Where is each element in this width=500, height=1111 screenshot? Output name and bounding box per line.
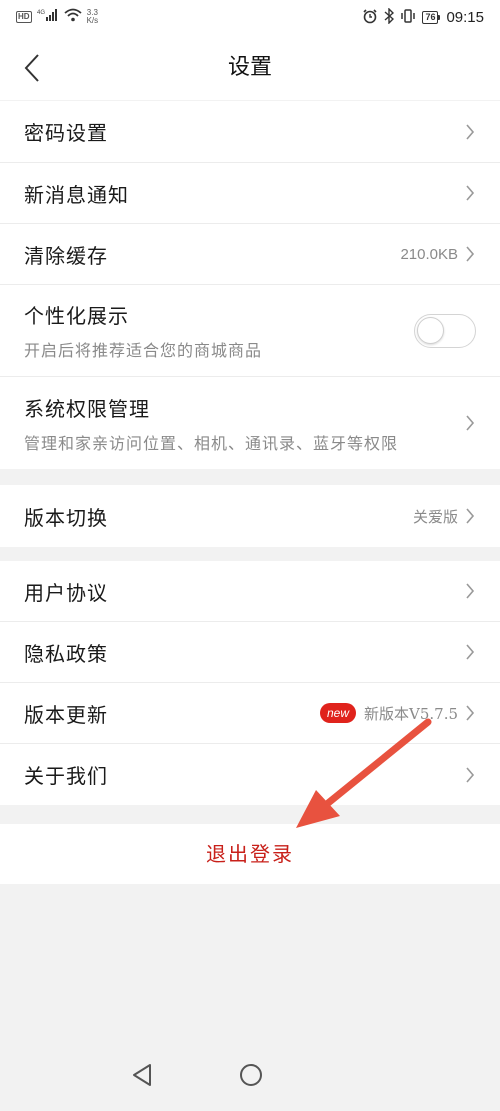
- row-password-settings[interactable]: 密码设置: [0, 101, 500, 163]
- row-version-update[interactable]: 版本更新 new 新版本V5.7.5: [0, 683, 500, 744]
- circle-home-icon[interactable]: [238, 1062, 264, 1092]
- settings-group-general: 密码设置 新消息通知 清除缓存 210.0KB 个性化展示 开启后将推荐适合您的…: [0, 101, 500, 469]
- row-title: 密码设置: [24, 121, 108, 145]
- network-speed: 3.3 K/s: [86, 8, 99, 25]
- row-title: 版本切换: [24, 505, 108, 530]
- toggle-knob: [417, 316, 444, 344]
- chevron-right-icon: [464, 642, 476, 662]
- header-bar: 设置: [0, 36, 500, 100]
- chevron-right-icon: [464, 506, 476, 526]
- row-title: 系统权限管理: [24, 396, 150, 421]
- row-system-permissions[interactable]: 系统权限管理 管理和家亲访问位置、相机、通讯录、蓝牙等权限: [0, 377, 500, 469]
- personalized-display-toggle[interactable]: [414, 313, 476, 348]
- battery-level: 76: [422, 11, 439, 24]
- row-title: 清除缓存: [24, 243, 108, 268]
- cellular-signal-icon: 4G: [37, 8, 59, 25]
- row-title: 隐私政策: [24, 641, 108, 666]
- row-clear-cache[interactable]: 清除缓存 210.0KB: [0, 224, 500, 285]
- status-right: 76 09:15: [362, 7, 484, 27]
- speed-unit: K/s: [86, 15, 99, 25]
- chevron-right-icon: [464, 183, 476, 203]
- row-user-agreement[interactable]: 用户协议: [0, 561, 500, 622]
- cache-size-value: 210.0KB: [400, 245, 458, 263]
- new-badge: new: [319, 703, 356, 723]
- vibrate-icon: [400, 8, 416, 27]
- version-mode-value: 关爱版: [412, 507, 458, 526]
- row-message-notification[interactable]: 新消息通知: [0, 163, 500, 224]
- row-privacy-policy[interactable]: 隐私政策: [0, 622, 500, 683]
- row-about-us[interactable]: 关于我们: [0, 744, 500, 805]
- hd-badge: HD: [16, 10, 32, 23]
- row-subtitle: 管理和家亲访问位置、相机、通讯录、蓝牙等权限: [24, 433, 399, 453]
- row-title: 个性化展示: [24, 304, 129, 328]
- chevron-right-icon: [464, 122, 476, 142]
- settings-group-version-mode: 版本切换 关爱版: [0, 485, 500, 547]
- chevron-right-icon: [464, 765, 476, 785]
- row-version-switch[interactable]: 版本切换 关爱版: [0, 485, 500, 547]
- row-title: 新消息通知: [24, 182, 129, 207]
- network-type-label: 4G: [37, 10, 45, 16]
- row-title: 用户协议: [24, 580, 108, 605]
- chevron-right-icon: [464, 703, 476, 723]
- row-subtitle: 开启后将推荐适合您的商城商品: [24, 341, 263, 360]
- bluetooth-icon: [384, 7, 395, 27]
- system-navigation-bar: [0, 1050, 500, 1111]
- chevron-right-icon: [464, 581, 476, 601]
- row-personalized-display: 个性化展示 开启后将推荐适合您的商城商品: [0, 285, 500, 377]
- status-bar: HD 4G 3.3 K/s 76 09:15: [0, 0, 500, 36]
- alarm-icon: [362, 8, 378, 27]
- chevron-right-icon: [464, 413, 476, 433]
- battery-icon: 76: [422, 11, 441, 24]
- wifi-icon: [63, 8, 82, 25]
- status-left: HD 4G 3.3 K/s: [16, 8, 98, 25]
- new-version-value: 新版本V5.7.5: [364, 704, 458, 723]
- triangle-back-icon[interactable]: [130, 1062, 154, 1092]
- back-button[interactable]: [12, 46, 52, 90]
- status-time: 09:15: [446, 9, 484, 26]
- page-title: 设置: [227, 55, 272, 80]
- row-title: 版本更新: [24, 702, 108, 727]
- chevron-right-icon: [464, 244, 476, 264]
- chevron-left-icon: [24, 54, 39, 82]
- settings-group-about: 用户协议 隐私政策 版本更新 new 新版本V5.7.5 关于我们: [0, 561, 500, 805]
- row-title: 关于我们: [24, 764, 108, 788]
- logout-button[interactable]: 退出登录: [0, 824, 500, 884]
